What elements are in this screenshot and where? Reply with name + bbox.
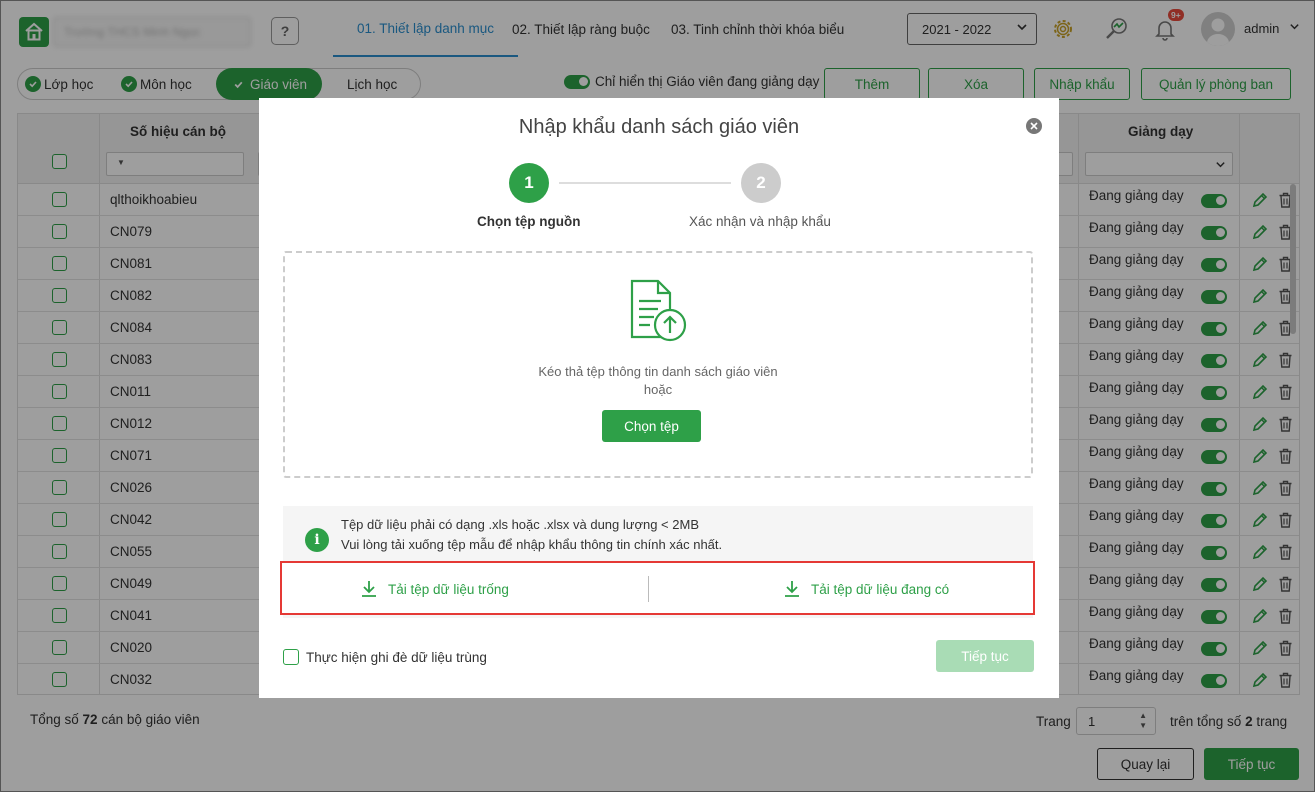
import-teachers-modal: Nhập khẩu danh sách giáo viên 1 2 Chọn t…	[259, 98, 1059, 698]
download-empty-template-link[interactable]: Tải tệp dữ liệu trống	[360, 580, 509, 598]
step-1-indicator: 1	[509, 163, 549, 203]
close-icon[interactable]	[1026, 118, 1042, 134]
template-download-area: Tải tệp dữ liệu trống Tải tệp dữ liệu đa…	[280, 561, 1035, 615]
dropzone-text-line-1: Kéo thả tệp thông tin danh sách giáo viê…	[538, 364, 778, 379]
download-existing-data-link[interactable]: Tải tệp dữ liệu đang có	[783, 580, 949, 598]
file-dropzone[interactable]: Kéo thả tệp thông tin danh sách giáo viê…	[283, 251, 1033, 478]
download-empty-template-label: Tải tệp dữ liệu trống	[388, 581, 509, 597]
dropzone-text: Kéo thả tệp thông tin danh sách giáo viê…	[285, 363, 1031, 399]
modal-title: Nhập khẩu danh sách giáo viên	[518, 116, 800, 138]
file-upload-icon	[630, 279, 687, 342]
step-1-label: Chọn tệp nguồn	[477, 214, 581, 229]
download-divider	[648, 576, 649, 602]
download-existing-data-label: Tải tệp dữ liệu đang có	[811, 581, 950, 597]
choose-file-button[interactable]: Chọn tệp	[602, 410, 701, 442]
overwrite-option[interactable]: Thực hiện ghi đè dữ liệu trùng	[283, 649, 487, 665]
continue-button[interactable]: Tiếp tục	[936, 640, 1034, 672]
step-connector	[559, 182, 731, 184]
info-icon: i	[305, 528, 329, 552]
info-line-format: Tệp dữ liệu phải có dạng .xls hoặc .xlsx…	[341, 517, 699, 532]
overwrite-label: Thực hiện ghi đè dữ liệu trùng	[306, 649, 487, 665]
overwrite-checkbox[interactable]	[283, 649, 299, 665]
download-icon	[362, 581, 376, 597]
dropzone-text-line-2: hoặc	[643, 382, 673, 397]
step-2-label: Xác nhận và nhập khẩu	[689, 214, 831, 229]
info-line-template: Vui lòng tải xuống tệp mẫu để nhập khẩu …	[341, 537, 723, 552]
download-icon	[785, 581, 799, 597]
step-2-indicator: 2	[741, 163, 781, 203]
app-window: Trường THCS Minh Ngọc ? 01. Thiết lập da…	[0, 0, 1315, 792]
